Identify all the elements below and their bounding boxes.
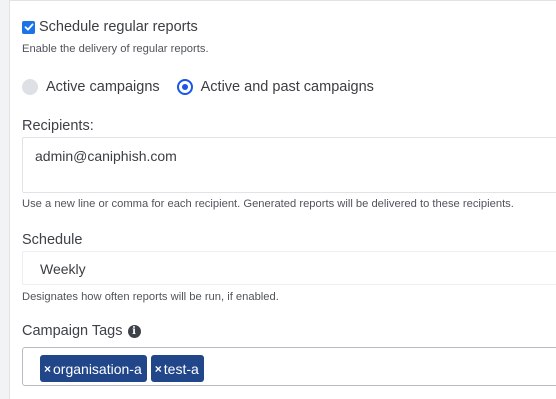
report-settings-panel: Schedule regular reports Enable the deli… [9,0,556,399]
tag-organisation-a: × organisation-a [40,355,147,382]
tag-test-a: × test-a [150,355,204,382]
recipients-label: Recipients: [22,118,94,134]
schedule-select[interactable]: Weekly [22,251,556,285]
tag-label: organisation-a [53,360,142,377]
recipients-help: Use a new line or comma for each recipie… [22,198,514,210]
radio-selected-dot [181,84,188,90]
schedule-reports-row[interactable]: Schedule regular reports [22,18,198,36]
schedule-label: Schedule [22,232,83,248]
recipients-textarea[interactable]: admin@caniphish.com [22,137,556,193]
schedule-reports-help: Enable the delivery of regular reports. [22,43,209,55]
campaign-scope-radio-group: Active campaigns Active and past campaig… [22,77,391,97]
schedule-reports-checkbox[interactable] [22,20,35,34]
info-circle-icon[interactable]: i [127,325,141,338]
radio-active-campaigns[interactable] [22,79,38,95]
campaign-tags-label: Campaign Tags [22,323,123,339]
radio-active-and-past-campaigns-label[interactable]: Active and past campaigns [201,79,374,95]
tag-remove-icon[interactable]: × [155,362,162,376]
schedule-reports-label[interactable]: Schedule regular reports [39,19,198,35]
radio-active-campaigns-label[interactable]: Active campaigns [46,79,160,95]
schedule-help: Designates how often reports will be run… [22,291,279,303]
campaign-tags-input[interactable]: × organisation-a × test-a [22,347,556,386]
radio-active-and-past-campaigns[interactable] [176,79,193,95]
checkmark-icon [24,23,33,31]
tag-remove-icon[interactable]: × [44,362,51,376]
campaign-tags-label-row: Campaign Tags i [22,323,141,339]
tag-label: test-a [163,360,199,377]
